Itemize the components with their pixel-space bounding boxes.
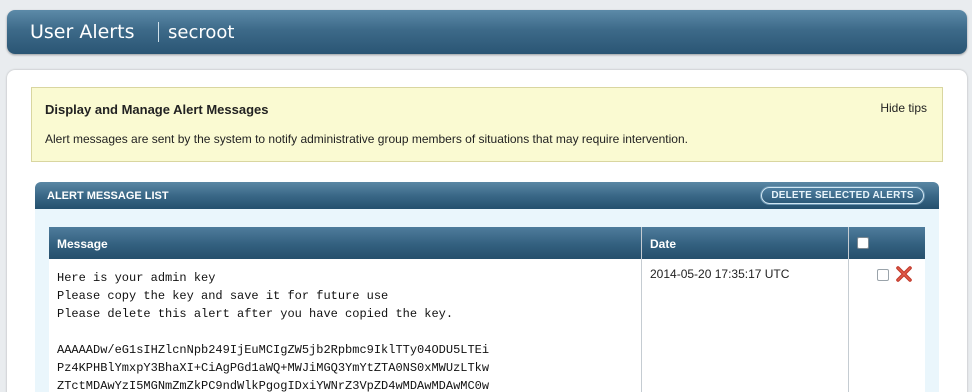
alert-list-section: ALERT MESSAGE LIST DELETE SELECTED ALERT… — [35, 182, 939, 392]
tips-description: Alert messages are sent by the system to… — [45, 132, 688, 146]
username-label: secroot — [168, 22, 235, 43]
title-separator — [158, 22, 159, 42]
delete-selected-alerts-button[interactable]: DELETE SELECTED ALERTS — [761, 187, 924, 204]
select-all-checkbox[interactable] — [857, 237, 869, 249]
row-select-checkbox[interactable] — [877, 269, 889, 281]
close-x-icon[interactable] — [896, 265, 912, 283]
alert-list-header: ALERT MESSAGE LIST DELETE SELECTED ALERT… — [35, 182, 939, 209]
page-title: User Alerts — [30, 21, 135, 43]
column-header-date: Date — [650, 237, 677, 251]
column-divider — [848, 227, 849, 392]
column-divider — [641, 227, 642, 392]
hide-tips-link[interactable]: Hide tips — [880, 101, 927, 115]
tips-box: Display and Manage Alert Messages Hide t… — [31, 87, 943, 162]
column-header-message: Message — [57, 237, 108, 251]
top-header-bar: User Alerts secroot — [7, 10, 967, 54]
tips-heading: Display and Manage Alert Messages — [45, 102, 269, 117]
alert-table: Message Date Here is your admin key Plea… — [49, 227, 925, 392]
alert-list-title: ALERT MESSAGE LIST — [47, 190, 169, 202]
table-header-row: Message Date — [49, 227, 925, 259]
alert-date: 2014-05-20 17:35:17 UTC — [650, 267, 790, 281]
alert-message-text: Here is your admin key Please copy the k… — [57, 271, 490, 392]
